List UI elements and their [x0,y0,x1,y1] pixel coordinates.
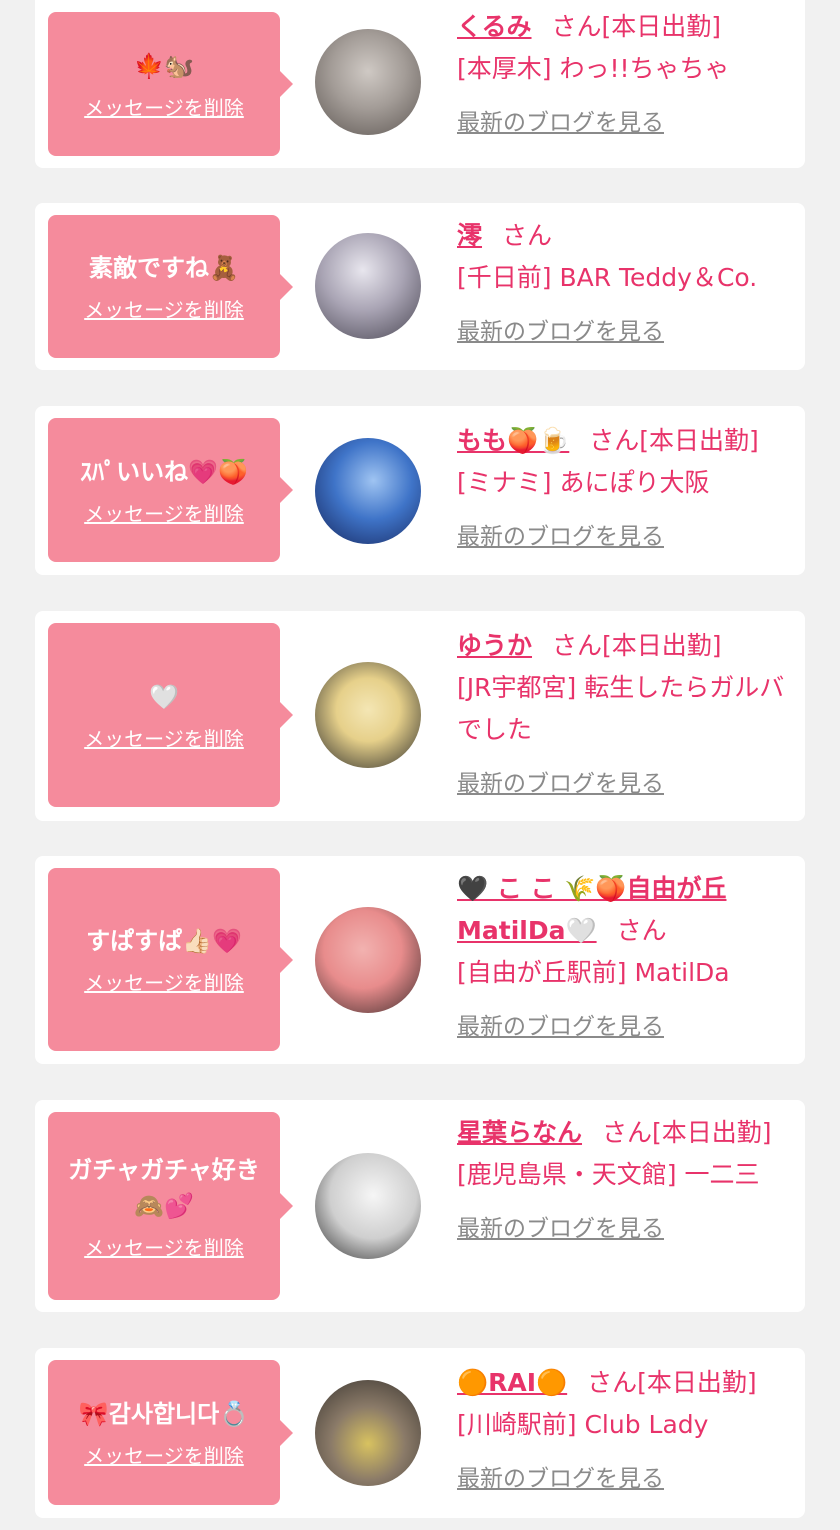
girl-name-link[interactable]: 星葉らなん [457,1118,582,1147]
shop-info: [JR宇都宮] 転生したらガルバでした [457,673,785,744]
latest-blog-link[interactable]: 最新のブログを見る [457,1006,792,1048]
delete-message-link[interactable]: メッセージを削除 [84,1232,244,1261]
name-suffix: さん [502,221,553,250]
shop-info: [千日前] BAR Teddy＆Co. [457,263,758,292]
message-text: 素敵ですね🧸 [89,254,239,282]
name-suffix: さん[本日出勤] [552,631,722,660]
latest-blog-link[interactable]: 最新のブログを見る [457,1458,792,1500]
name-suffix: さん[本日出勤] [602,1118,772,1147]
message-card: 🤍 メッセージを削除 ゆうか さん[本日出勤] [JR宇都宮] 転生したらガルバで… [35,611,805,821]
girl-info: 澪さん [千日前] BAR Teddy＆Co. 最新のブログを見る [457,215,792,353]
girl-name-link[interactable]: ゆうか [457,631,532,660]
name-line: ゆうか さん[本日出勤] [457,625,792,667]
avatar[interactable] [315,662,421,768]
name-line: 星葉らなん さん[本日出勤] [457,1112,792,1154]
message-bubble: すぱすぱ👍🏻💗 メッセージを削除 [48,868,293,1051]
name-line: 澪さん [457,215,792,257]
message-text: 🎀감사합니다💍 [78,1400,250,1428]
girl-name-link[interactable]: もも🍑🍺 [457,426,569,455]
message-text: 🤍 [149,682,179,711]
avatar[interactable] [315,907,421,1013]
girl-info: もも🍑🍺 さん[本日出勤] [ミナミ] あにぽり大阪 最新のブログを見る [457,420,792,558]
avatar[interactable] [315,29,421,135]
girl-info: 🟠RAI🟠 さん[本日出勤] [川崎駅前] Club Lady 最新のブログを見る [457,1362,792,1500]
name-line: もも🍑🍺 さん[本日出勤] [457,420,792,462]
latest-blog-link[interactable]: 最新のブログを見る [457,1208,792,1250]
message-card: 🍁🐿️ メッセージを削除 くるみ さん[本日出勤] [本厚木] わっ!!ちゃちゃ … [35,0,805,168]
message-bubble: ｽﾊﾟいいね💗🍑 メッセージを削除 [48,418,293,562]
message-bubble: ガチャガチャ好き 🙈💕 メッセージを削除 [48,1112,293,1300]
shop-info: [ミナミ] あにぽり大阪 [457,468,710,497]
message-card: すぱすぱ👍🏻💗 メッセージを削除 🖤 こ こ 🌾🍑自由が丘 MatilDa🤍 さん… [35,856,805,1064]
girl-info: くるみ さん[本日出勤] [本厚木] わっ!!ちゃちゃ 最新のブログを見る [457,6,792,144]
message-bubble: 🍁🐿️ メッセージを削除 [48,12,293,156]
avatar[interactable] [315,1380,421,1486]
name-line: 🖤 こ こ 🌾🍑自由が丘 MatilDa🤍 さん [457,868,792,952]
name-line: 🟠RAI🟠 さん[本日出勤] [457,1362,792,1404]
avatar[interactable] [315,438,421,544]
girl-name-link[interactable]: 🟠RAI🟠 [457,1368,567,1397]
message-bubble: 🤍 メッセージを削除 [48,623,293,807]
name-suffix: さん[本日出勤] [587,1368,757,1397]
latest-blog-link[interactable]: 最新のブログを見る [457,102,792,144]
message-card: 🎀감사합니다💍 メッセージを削除 🟠RAI🟠 さん[本日出勤] [川崎駅前] Cl… [35,1348,805,1518]
girl-name-link[interactable]: 澪 [457,221,482,250]
name-suffix: さん [616,916,667,945]
name-suffix: さん[本日出勤] [551,12,722,41]
message-bubble: 素敵ですね🧸 メッセージを削除 [48,215,293,358]
girl-info: 星葉らなん さん[本日出勤] [鹿児島県・天文館] 一二三 最新のブログを見る [457,1112,792,1250]
shop-info: [鹿児島県・天文館] 一二三 [457,1160,760,1189]
message-text: ガチャガチャ好き 🙈💕 [68,1155,260,1220]
delete-message-link[interactable]: メッセージを削除 [84,967,244,996]
latest-blog-link[interactable]: 最新のブログを見る [457,311,792,353]
girl-info: ゆうか さん[本日出勤] [JR宇都宮] 転生したらガルバでした 最新のブログを見… [457,625,792,805]
delete-message-link[interactable]: メッセージを削除 [84,92,244,121]
girl-name-link[interactable]: くるみ [457,12,532,41]
delete-message-link[interactable]: メッセージを削除 [84,1440,244,1469]
shop-info: [本厚木] わっ!!ちゃちゃ [457,54,730,83]
latest-blog-link[interactable]: 最新のブログを見る [457,516,792,558]
shop-info: [川崎駅前] Club Lady [457,1410,709,1439]
girl-name-link[interactable]: 🖤 こ こ 🌾🍑自由が丘 MatilDa🤍 [457,874,727,945]
avatar[interactable] [315,233,421,339]
latest-blog-link[interactable]: 最新のブログを見る [457,763,792,805]
name-line: くるみ さん[本日出勤] [457,6,792,48]
message-card: 素敵ですね🧸 メッセージを削除 澪さん [千日前] BAR Teddy＆Co. … [35,203,805,370]
message-card: ガチャガチャ好き 🙈💕 メッセージを削除 星葉らなん さん[本日出勤] [鹿児島県… [35,1100,805,1312]
message-text: 🍁🐿️ [134,51,194,80]
avatar[interactable] [315,1153,421,1259]
message-bubble: 🎀감사합니다💍 メッセージを削除 [48,1360,293,1505]
delete-message-link[interactable]: メッセージを削除 [84,723,244,752]
message-text: ｽﾊﾟいいね💗🍑 [80,457,248,486]
message-text: すぱすぱ👍🏻💗 [86,927,242,955]
name-suffix: さん[本日出勤] [589,426,759,455]
shop-info: [自由が丘駅前] MatilDa [457,958,730,987]
girl-info: 🖤 こ こ 🌾🍑自由が丘 MatilDa🤍 さん [自由が丘駅前] MatilDa… [457,868,792,1048]
message-card: ｽﾊﾟいいね💗🍑 メッセージを削除 もも🍑🍺 さん[本日出勤] [ミナミ] あにぽ… [35,406,805,575]
delete-message-link[interactable]: メッセージを削除 [84,498,244,527]
delete-message-link[interactable]: メッセージを削除 [84,294,244,323]
